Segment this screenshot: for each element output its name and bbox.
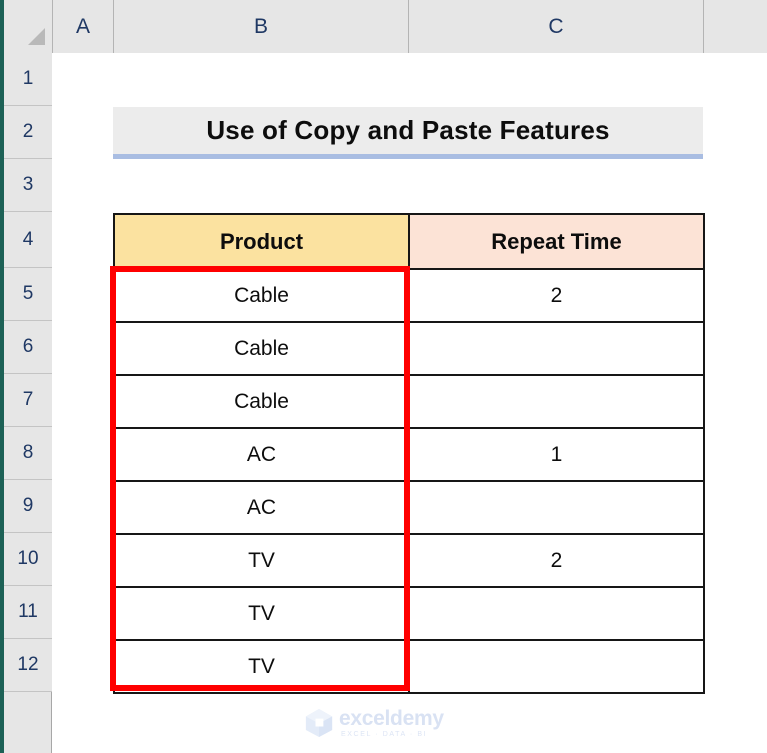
column-header-a[interactable]: A xyxy=(52,0,113,53)
table-row: AC 1 xyxy=(113,427,705,482)
table-row: TV xyxy=(113,639,705,694)
exceldemy-logo-icon xyxy=(305,709,333,737)
table-row: TV 2 xyxy=(113,533,705,588)
cell-repeat-time[interactable] xyxy=(408,480,705,535)
spreadsheet-worksheet: ABC 1 2 3 4 5 6 7 8 9 10 11 12 Use of Copy and Past… xyxy=(0,0,767,753)
table-row: TV xyxy=(113,586,705,641)
column-header-d-partial[interactable] xyxy=(703,0,767,53)
table-row: AC xyxy=(113,480,705,535)
table-body: Cable 2 Cable Cable AC 1 AC TV 2 TV TV xyxy=(113,268,705,694)
row-header-9[interactable]: 9 xyxy=(4,480,52,533)
product-repeat-table: Product Repeat Time Cable 2 Cable Cable AC 1 A… xyxy=(113,213,705,694)
cell-product[interactable]: TV xyxy=(113,533,410,588)
cell-product[interactable]: Cable xyxy=(113,268,410,323)
worksheet-title-cell[interactable]: Use of Copy and Paste Features xyxy=(113,107,703,159)
cell-product[interactable]: TV xyxy=(113,639,410,694)
exceldemy-watermark: exceldemy EXCEL · DATA · BI xyxy=(305,705,475,741)
row-header-10[interactable]: 10 xyxy=(4,533,52,586)
cell-repeat-time[interactable]: 2 xyxy=(408,533,705,588)
row-header-5[interactable]: 5 xyxy=(4,268,52,321)
column-header-repeat-time[interactable]: Repeat Time xyxy=(408,213,705,270)
row-header-7[interactable]: 7 xyxy=(4,374,52,427)
watermark-brand: exceldemy xyxy=(339,707,444,730)
column-header-b[interactable]: B xyxy=(113,0,408,53)
column-header-c[interactable]: C xyxy=(408,0,703,53)
table-header-row: Product Repeat Time xyxy=(113,213,705,270)
row-header-3[interactable]: 3 xyxy=(4,159,52,212)
cell-product[interactable]: AC xyxy=(113,480,410,535)
cell-product[interactable]: Cable xyxy=(113,374,410,429)
cell-repeat-time[interactable] xyxy=(408,321,705,376)
row-header-4[interactable]: 4 xyxy=(4,212,52,268)
cell-repeat-time[interactable] xyxy=(408,639,705,694)
row-header-6[interactable]: 6 xyxy=(4,321,52,374)
watermark-text: exceldemy EXCEL · DATA · BI xyxy=(339,708,444,738)
row-header-1[interactable]: 1 xyxy=(4,53,52,106)
table-row: Cable 2 xyxy=(113,268,705,323)
cell-product[interactable]: Cable xyxy=(113,321,410,376)
row-header-8[interactable]: 8 xyxy=(4,427,52,480)
select-all-triangle-icon xyxy=(28,28,45,45)
cell-repeat-time[interactable] xyxy=(408,374,705,429)
cell-repeat-time[interactable] xyxy=(408,586,705,641)
row-header-11[interactable]: 11 xyxy=(4,586,52,639)
select-all-corner-button[interactable] xyxy=(4,0,52,53)
row-header-2[interactable]: 2 xyxy=(4,106,52,159)
table-row: Cable xyxy=(113,374,705,429)
column-header-product[interactable]: Product xyxy=(113,213,410,270)
watermark-tagline: EXCEL · DATA · BI xyxy=(341,731,428,738)
table-row: Cable xyxy=(113,321,705,376)
cell-repeat-time[interactable]: 1 xyxy=(408,427,705,482)
row-header-12[interactable]: 12 xyxy=(4,639,52,692)
cell-product[interactable]: AC xyxy=(113,427,410,482)
cell-repeat-time[interactable]: 2 xyxy=(408,268,705,323)
cell-product[interactable]: TV xyxy=(113,586,410,641)
